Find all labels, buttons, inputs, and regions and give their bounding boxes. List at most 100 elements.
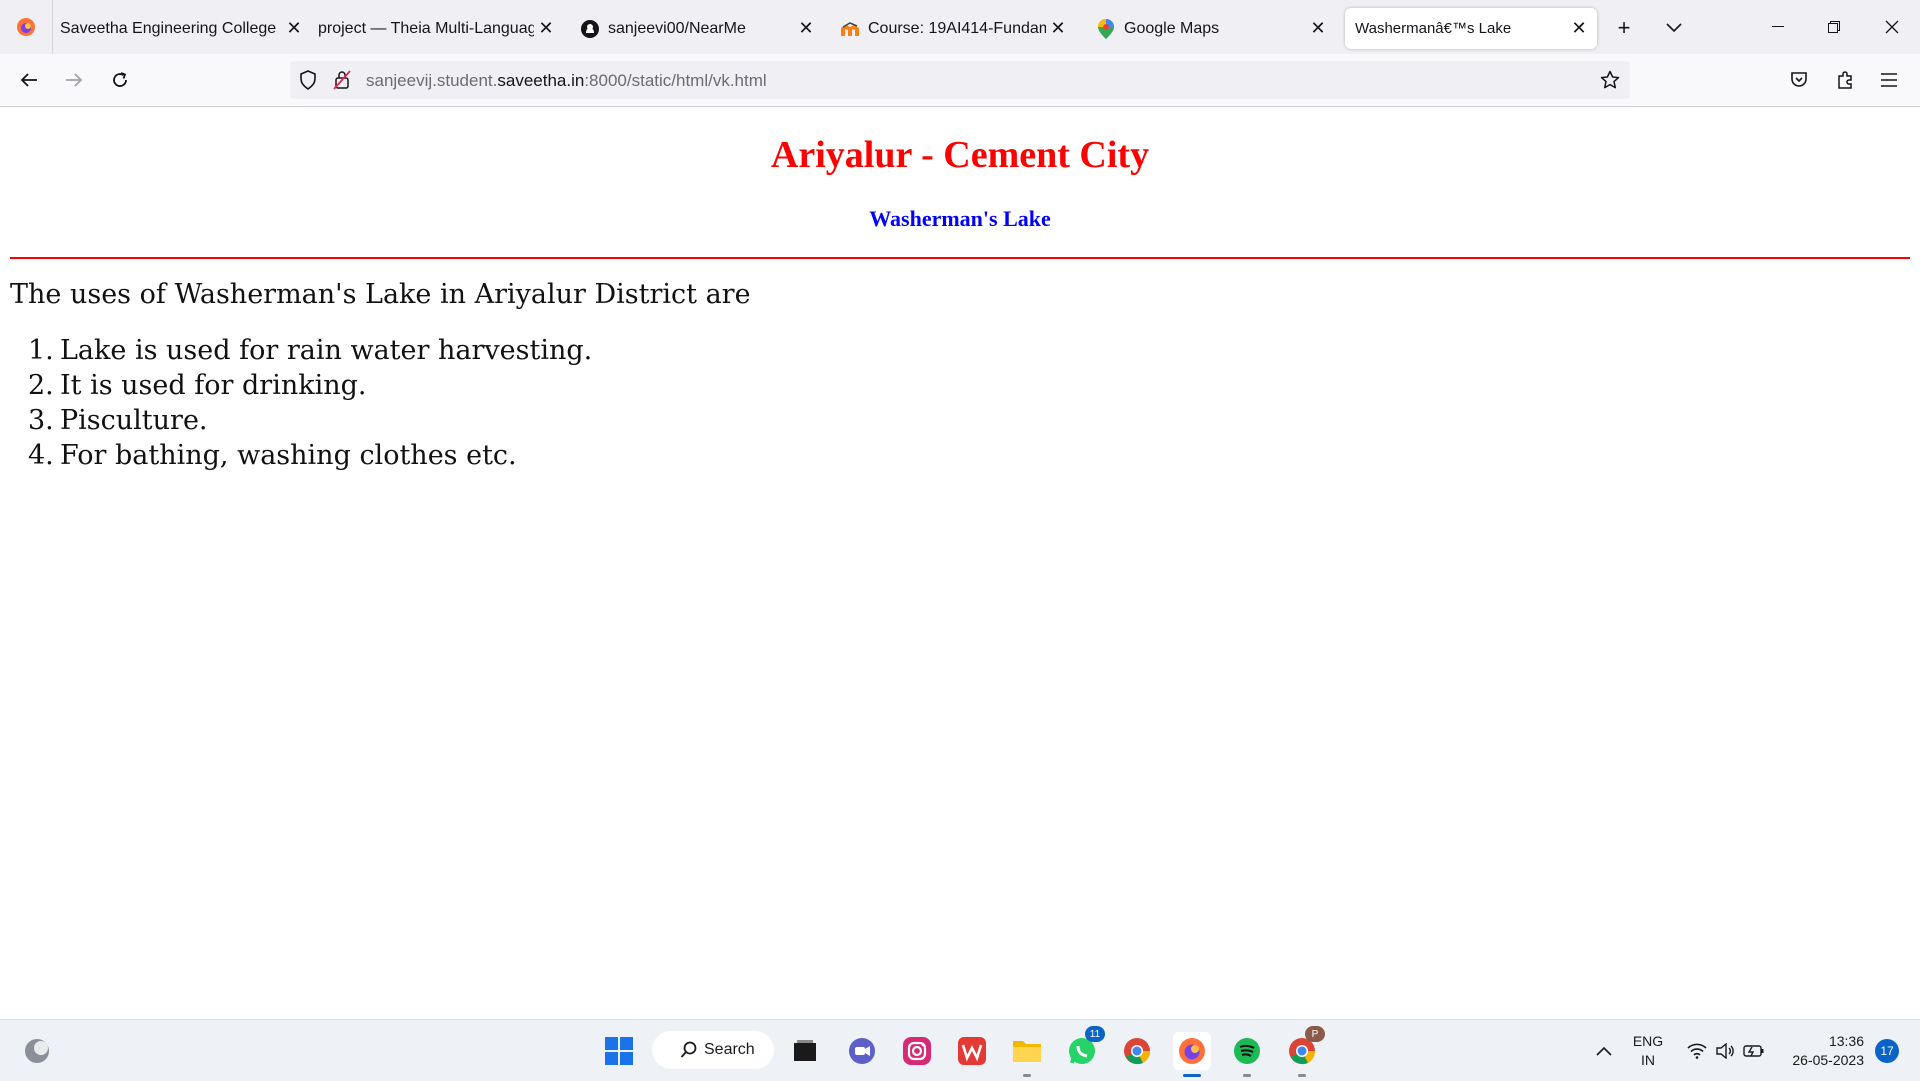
navigation-toolbar: sanjeevij.student.saveetha.in:8000/stati… — [0, 54, 1920, 107]
profile-badge: P — [1305, 1026, 1325, 1042]
chrome-icon — [1124, 1038, 1151, 1065]
quick-settings-button[interactable] — [1676, 1032, 1776, 1070]
instagram-app-button[interactable] — [898, 1032, 936, 1070]
list-text: For bathing, washing clothes etc. — [60, 440, 517, 471]
close-icon[interactable]: ✕ — [282, 17, 306, 41]
pocket-button[interactable] — [1783, 64, 1815, 96]
tab-saveetha[interactable]: Saveetha Engineering College ✕ — [60, 8, 306, 49]
github-icon — [580, 19, 600, 39]
show-hidden-icons-button[interactable] — [1585, 1032, 1623, 1070]
web-page-content: Ariyalur - Cement City Washerman's Lake … — [0, 107, 1920, 1019]
chrome-button[interactable] — [1118, 1032, 1156, 1070]
list-item: 2. It is used for drinking. — [28, 368, 592, 403]
back-button[interactable] — [13, 64, 45, 96]
moodle-icon — [840, 19, 860, 39]
task-view-button[interactable] — [786, 1032, 824, 1070]
page-subtitle: Washerman's Lake — [869, 206, 1051, 231]
clock[interactable]: 13:36 26-05-2023 — [1776, 1032, 1870, 1070]
forward-button[interactable] — [58, 64, 90, 96]
restore-button[interactable] — [1806, 0, 1862, 54]
search-icon — [680, 1041, 697, 1058]
list-text: It is used for drinking. — [60, 370, 367, 401]
tab-theia-project[interactable]: project — Theia Multi-Language ✕ — [318, 8, 558, 49]
maps-pin-icon — [1096, 18, 1116, 39]
url-prefix: sanjeevij.student. — [366, 71, 498, 90]
chat-icon — [849, 1038, 875, 1064]
notification-count[interactable]: 17 — [1875, 1039, 1899, 1063]
teams-chat-button[interactable] — [843, 1032, 881, 1070]
firefox-icon — [17, 18, 35, 36]
instagram-icon — [903, 1037, 931, 1065]
start-button[interactable] — [600, 1032, 638, 1070]
insecure-lock-icon[interactable] — [332, 70, 352, 90]
tab-label: Course: 19AI414-Fundament — [868, 19, 1046, 37]
firefox-icon — [1179, 1038, 1205, 1064]
widgets-button[interactable] — [18, 1032, 56, 1070]
list-number: 4. — [28, 440, 54, 471]
wps-office-button[interactable] — [953, 1032, 991, 1070]
horizontal-rule — [10, 257, 1910, 259]
list-item: 1. Lake is used for rain water harvesting… — [28, 333, 592, 368]
firefox-view-button[interactable] — [0, 0, 53, 54]
plus-icon: + — [1617, 15, 1631, 40]
search-label: Search — [704, 1041, 755, 1058]
running-indicator — [1243, 1074, 1251, 1077]
wps-office-icon — [958, 1037, 986, 1065]
firefox-taskbar-button[interactable] — [1173, 1032, 1211, 1077]
chrome-profile-button[interactable]: P — [1283, 1026, 1325, 1077]
close-icon[interactable]: ✕ — [534, 17, 558, 41]
weather-icon — [25, 1039, 49, 1063]
notification-badge: 11 — [1085, 1026, 1105, 1042]
taskbar-search-box[interactable]: Search — [652, 1031, 774, 1069]
url-path: :8000/static/html/vk.html — [584, 71, 767, 90]
close-icon[interactable]: ✕ — [1306, 17, 1330, 41]
address-bar[interactable]: sanjeevij.student.saveetha.in:8000/stati… — [290, 61, 1630, 99]
running-indicator — [1023, 1074, 1031, 1077]
list-item: 4. For bathing, washing clothes etc. — [28, 438, 592, 473]
url-host: saveetha.in — [497, 71, 585, 90]
file-explorer-button[interactable] — [1008, 1032, 1046, 1077]
spotify-button[interactable] — [1228, 1032, 1266, 1077]
windows-taskbar: Search 11 P ENG IN 13:36 26-05-2023 17 — [0, 1019, 1920, 1081]
wifi-icon — [1687, 1043, 1707, 1059]
uses-list: 1. Lake is used for rain water harvesting… — [28, 333, 592, 473]
extensions-button[interactable] — [1829, 64, 1861, 96]
url-text[interactable]: sanjeevij.student.saveetha.in:8000/stati… — [366, 71, 767, 91]
close-window-button[interactable] — [1864, 0, 1920, 54]
input-language-indicator[interactable]: ENG IN — [1628, 1032, 1668, 1070]
tab-course[interactable]: Course: 19AI414-Fundament ✕ — [840, 8, 1070, 49]
list-number: 3. — [28, 405, 54, 436]
tab-label: Google Maps — [1124, 19, 1220, 37]
minimize-icon — [1772, 26, 1784, 27]
pocket-icon — [1791, 72, 1807, 87]
app-menu-button[interactable] — [1873, 64, 1905, 96]
tab-label: Saveetha Engineering College — [60, 19, 277, 37]
list-all-tabs-button[interactable] — [1658, 12, 1690, 44]
windows-logo-icon — [605, 1037, 633, 1065]
bookmark-star-icon[interactable] — [1600, 70, 1620, 90]
region-code: IN — [1641, 1052, 1655, 1068]
list-text: Pisculture. — [60, 405, 208, 436]
close-icon[interactable]: ✕ — [1567, 17, 1591, 41]
reload-icon — [113, 72, 127, 87]
new-tab-button[interactable]: + — [1608, 12, 1640, 44]
reload-button[interactable] — [104, 64, 136, 96]
tab-label: Washermanâ€™s Lake — [1355, 20, 1512, 37]
battery-icon — [1743, 1045, 1764, 1057]
page-title: Ariyalur - Cement City — [770, 134, 1150, 176]
list-number: 1. — [28, 335, 54, 366]
whatsapp-button[interactable]: 11 — [1063, 1026, 1105, 1070]
close-icon[interactable]: ✕ — [1046, 17, 1070, 41]
chevron-up-icon — [1596, 1046, 1612, 1056]
tab-google-maps[interactable]: Google Maps ✕ — [1096, 8, 1330, 49]
tab-github-nearme[interactable]: sanjeevi00/NearMe ✕ — [580, 8, 818, 49]
tracking-protection-shield-icon[interactable] — [298, 70, 318, 90]
close-icon — [1885, 20, 1899, 34]
arrow-right-icon — [66, 73, 83, 87]
close-icon[interactable]: ✕ — [794, 17, 818, 41]
minimize-button[interactable] — [1750, 0, 1806, 54]
clock-date: 26-05-2023 — [1792, 1052, 1864, 1068]
language-code: ENG — [1632, 1033, 1664, 1049]
tab-washermans-lake[interactable]: Washermanâ€™s Lake ✕ — [1345, 8, 1597, 49]
puzzle-icon — [1838, 71, 1852, 89]
